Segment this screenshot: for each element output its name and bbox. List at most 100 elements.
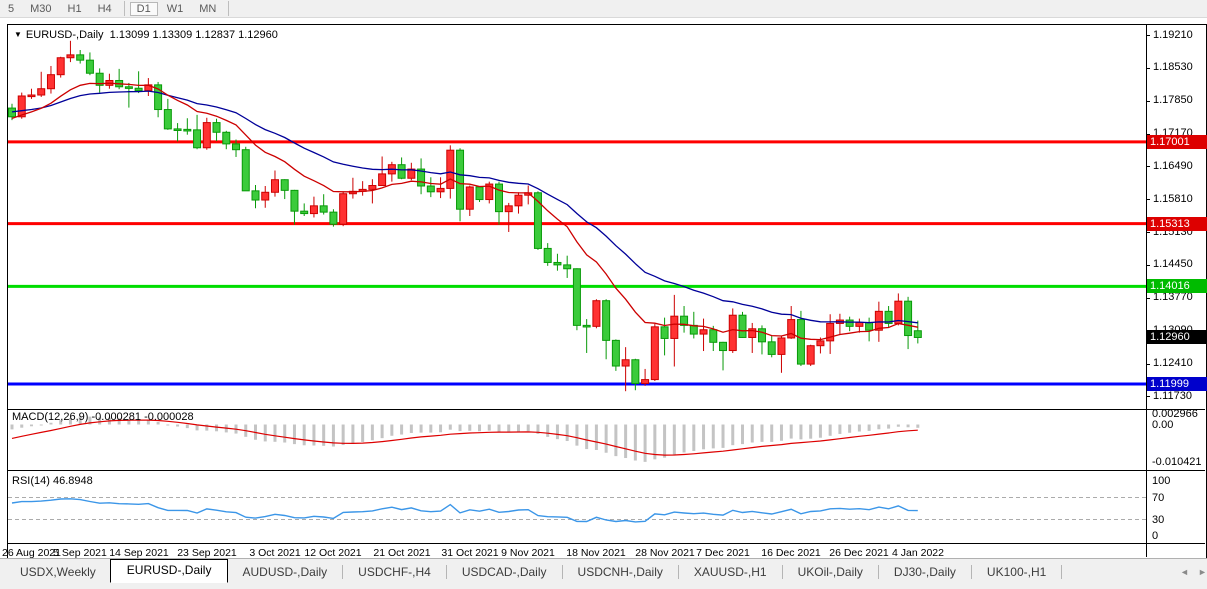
macd-bar	[663, 424, 667, 458]
candle-body	[514, 194, 523, 207]
macd-bar	[575, 424, 579, 446]
macd-bar	[429, 424, 433, 433]
candle-body	[475, 186, 484, 201]
macd-bar	[380, 424, 384, 439]
candle-body	[66, 54, 75, 59]
macd-bar	[497, 424, 501, 432]
macd-bar	[731, 424, 735, 446]
macd-bar	[770, 424, 774, 442]
macd-bar	[458, 424, 462, 432]
candle-body	[913, 330, 922, 338]
candle-body	[631, 359, 640, 384]
macd-bar	[682, 424, 686, 453]
macd-bar	[487, 424, 491, 431]
macd-bar	[526, 424, 530, 432]
candle-body	[553, 261, 562, 266]
macd-bar	[390, 424, 394, 436]
candle-body	[582, 324, 591, 328]
macd-tick-label: 0.00	[1152, 419, 1174, 431]
date-tick-label: 16 Dec 2021	[761, 547, 821, 559]
chevron-down-icon[interactable]: ▼	[14, 30, 22, 39]
macd-bar	[292, 424, 296, 445]
macd-bar	[10, 424, 14, 430]
price-tick-label: 1.18530	[1153, 61, 1193, 73]
candle-body	[339, 193, 348, 225]
candle-body	[738, 314, 747, 338]
candle-body	[173, 128, 182, 131]
candle-body	[796, 319, 805, 365]
chart-canvas[interactable]	[0, 0, 1207, 589]
macd-bar	[215, 424, 219, 432]
macd-bar	[672, 424, 676, 455]
macd-histogram-layer	[10, 416, 920, 462]
candle-body	[641, 379, 650, 384]
macd-bar	[643, 424, 647, 462]
candle-body	[290, 189, 299, 212]
macd-values: -0.000281 -0.000028	[91, 411, 194, 423]
macd-bar	[176, 424, 180, 427]
macd-bar	[546, 424, 550, 437]
macd-bar	[741, 424, 744, 445]
candle-body	[300, 210, 309, 215]
date-tick-label: 12 Oct 2021	[304, 547, 362, 559]
date-tick-label: 18 Nov 2021	[566, 547, 626, 559]
date-tick-label: 21 Oct 2021	[373, 547, 431, 559]
ma-slow-line	[11, 90, 918, 324]
macd-bar	[263, 424, 267, 442]
candle-body	[689, 324, 698, 335]
candle-body	[904, 300, 913, 337]
rsi-panel-divider[interactable]	[8, 470, 1205, 471]
candle-body	[602, 300, 611, 341]
macd-bar	[838, 424, 842, 434]
chart-symbol-label: EURUSD-,Daily	[25, 29, 104, 41]
macd-bar	[692, 424, 696, 452]
macd-bar	[273, 424, 277, 442]
rsi-tick-label: 30	[1152, 514, 1165, 526]
candle-body	[232, 143, 241, 151]
macd-bar	[555, 424, 559, 440]
candle-body	[397, 164, 406, 179]
macd-bar	[896, 424, 900, 427]
macd-bar	[779, 424, 783, 441]
macd-bar	[818, 424, 822, 438]
price-tick-label: 1.19210	[1153, 29, 1193, 41]
candle-body	[163, 109, 172, 130]
macd-bar	[604, 424, 608, 453]
price-tick-label: 1.14450	[1153, 258, 1193, 270]
rsi-tick-label: 0	[1152, 530, 1159, 542]
macd-bar	[29, 424, 33, 427]
candle-body	[37, 88, 46, 96]
candle-body	[241, 149, 250, 192]
macd-bar	[565, 424, 569, 442]
date-tick-label: 3 Oct 2021	[249, 547, 301, 559]
macd-bar	[877, 424, 881, 430]
macd-bar	[516, 424, 520, 432]
macd-bar	[185, 424, 189, 429]
price-badge: 1.15313	[1147, 217, 1207, 231]
rsi-tick-label: 100	[1152, 475, 1171, 487]
candle-body	[845, 319, 854, 327]
candle-body	[874, 310, 883, 331]
macd-panel-divider[interactable]	[8, 409, 1205, 410]
candle-body	[426, 185, 435, 193]
macd-bar	[400, 424, 404, 435]
candle-body	[368, 185, 377, 190]
candle-body	[193, 129, 202, 149]
candle-body	[670, 315, 679, 339]
rsi-label: RSI(14) 46.8948	[12, 475, 93, 487]
candles-layer	[8, 40, 922, 392]
date-tick-label: 5 Sep 2021	[53, 547, 107, 559]
rsi-line	[11, 498, 918, 523]
macd-bar	[906, 424, 910, 428]
candle-body	[660, 326, 669, 339]
candle-body	[378, 173, 387, 187]
candle-body	[465, 186, 474, 210]
macd-label: MACD(12,26,9) -0.000281 -0.000028	[12, 411, 194, 423]
candle-body	[709, 329, 718, 343]
candle-body	[46, 74, 55, 90]
macd-bar	[711, 424, 715, 449]
candle-body	[806, 345, 815, 365]
macd-bar	[585, 424, 589, 450]
macd-bar	[887, 424, 891, 429]
macd-bar	[507, 424, 511, 433]
